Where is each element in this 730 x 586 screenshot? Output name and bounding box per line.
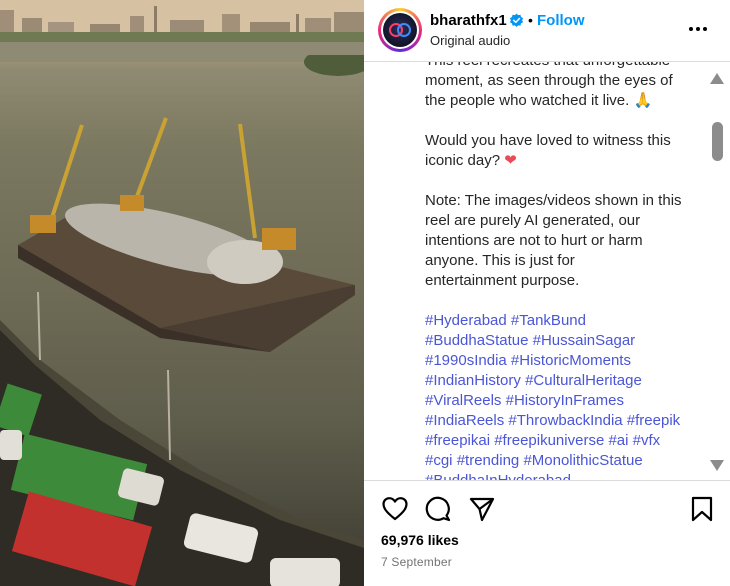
hashtag-link[interactable]: #cgi — [425, 452, 453, 469]
caption-spacer — [425, 291, 705, 311]
hashtag-line: #BuddhaInHyderabad — [425, 471, 705, 480]
caption-line: Would you have loved to witness this — [425, 132, 671, 149]
caption-line: This reel recreates that unforgettable — [425, 62, 705, 71]
avatar[interactable] — [378, 8, 422, 52]
bookmark-icon[interactable] — [688, 495, 716, 523]
caption-area: This reel recreates that unforgettablemo… — [364, 62, 730, 480]
hashtag-link[interactable]: #vfx — [633, 432, 661, 449]
post-header: bharathfx1 • Follow Original audio — [364, 0, 730, 62]
post-actions: 69,976 likes 7 September — [364, 480, 730, 586]
post-media[interactable] — [0, 0, 364, 586]
hashtag-link[interactable]: #BuddhaInHyderabad — [425, 472, 571, 480]
follow-button[interactable]: Follow — [537, 12, 585, 29]
verified-badge-icon — [509, 13, 524, 27]
username[interactable]: bharathfx1 — [430, 12, 507, 29]
hashtag-link[interactable]: #ViralReels — [425, 392, 501, 409]
caption-line: intentions are not to hurt or harm — [425, 232, 643, 249]
hashtag-link[interactable]: #ai — [608, 432, 628, 449]
caption-line: anyone. This is just for — [425, 252, 575, 269]
caption-line: entertainment purpose. — [425, 272, 580, 289]
bfx-logo-icon — [389, 23, 411, 37]
hashtag-link[interactable]: #freepikai — [425, 432, 490, 449]
share-icon[interactable] — [468, 495, 496, 523]
original-audio-link[interactable]: Original audio — [430, 33, 510, 48]
hashtag-link[interactable]: #ThrowbackIndia — [508, 412, 622, 429]
hashtag-link[interactable]: #trending — [457, 452, 520, 469]
hashtag-link[interactable]: #freepikuniverse — [494, 432, 604, 449]
hashtag-link[interactable]: #CulturalHeritage — [525, 372, 642, 389]
hashtag-link[interactable]: #1990sIndia — [425, 352, 507, 369]
hashtag-line: #cgi #trending #MonolithicStatue — [425, 451, 705, 471]
more-options-icon[interactable] — [684, 18, 712, 40]
hashtag-link[interactable]: #MonolithicStatue — [523, 452, 642, 469]
comment-icon[interactable] — [424, 495, 452, 523]
scrollbar-thumb[interactable] — [712, 122, 723, 161]
post-date: 7 September — [381, 555, 452, 569]
caption-spacer — [425, 171, 705, 191]
hashtag-link[interactable]: #HistoricMoments — [511, 352, 631, 369]
hashtag-line: #IndianHistory #CulturalHeritage — [425, 371, 705, 391]
hashtag-line: #BuddhaStatue #HussainSagar — [425, 331, 705, 351]
post-caption: This reel recreates that unforgettablemo… — [425, 62, 705, 480]
scroll-up-arrow-icon[interactable] — [709, 72, 725, 86]
caption-line: moment, as seen through the eyes of — [425, 72, 673, 89]
hashtag-link[interactable]: #freepik — [627, 412, 680, 429]
hashtag-link[interactable]: #TankBund — [511, 312, 586, 329]
hashtag-line: #IndiaReels #ThrowbackIndia #freepik — [425, 411, 705, 431]
hashtag-link[interactable]: #HistoryInFrames — [506, 392, 624, 409]
post-details-pane: bharathfx1 • Follow Original audio This … — [364, 0, 730, 586]
hashtag-link[interactable]: #Hyderabad — [425, 312, 507, 329]
hashtag-link[interactable]: #HussainSagar — [533, 332, 636, 349]
hashtag-line: #freepikai #freepikuniverse #ai #vfx — [425, 431, 705, 451]
caption-line: iconic day? ❤ — [425, 152, 517, 169]
hashtag-link[interactable]: #IndianHistory — [425, 372, 521, 389]
caption-line: the people who watched it live. 🙏 — [425, 92, 653, 109]
hashtag-line: #ViralReels #HistoryInFrames — [425, 391, 705, 411]
hashtag-link[interactable]: #IndiaReels — [425, 412, 504, 429]
caption-spacer — [425, 111, 705, 131]
caption-line: reel are purely AI generated, our — [425, 212, 641, 229]
caption-line: Note: The images/videos shown in this — [425, 192, 682, 209]
separator-dot: • — [528, 12, 533, 28]
city-skyline-image — [0, 0, 364, 62]
hashtag-link[interactable]: #BuddhaStatue — [425, 332, 528, 349]
likes-count[interactable]: 69,976 likes — [381, 532, 459, 548]
lake-scene-image — [0, 55, 364, 586]
scroll-down-arrow-icon[interactable] — [709, 458, 725, 472]
hashtag-line: #Hyderabad #TankBund — [425, 311, 705, 331]
heart-icon[interactable] — [381, 495, 409, 523]
hashtag-line: #1990sIndia #HistoricMoments — [425, 351, 705, 371]
